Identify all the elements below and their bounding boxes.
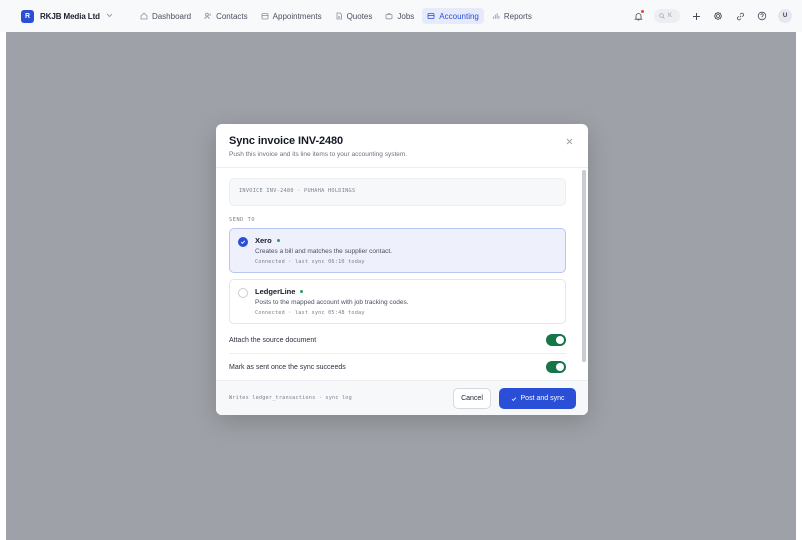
sync-invoice-dialog: Sync invoice INV-2480 Push this invoice … [216, 124, 588, 415]
nav-item-appointments[interactable]: Appointments [256, 8, 327, 24]
toggle-knob [556, 363, 564, 371]
integration-option-xero[interactable]: Xero Creates a bill and matches the supp… [229, 228, 566, 273]
status-dot [276, 238, 280, 242]
dialog-title: Sync invoice INV-2480 [229, 135, 344, 147]
brand-logo[interactable]: R [21, 9, 34, 23]
contacts-icon [204, 12, 212, 20]
invoice-reference: INVOICE INV-2480 · PUHAHA HOLDINGS [229, 178, 566, 206]
nav-item-jobs[interactable]: Jobs [380, 8, 419, 24]
user-avatar[interactable]: U [778, 9, 792, 23]
nav-item-contacts[interactable]: Contacts [199, 8, 253, 24]
briefcase-icon [385, 12, 393, 20]
nav-label: Accounting [439, 11, 479, 21]
option-name-row: LedgerLine [255, 287, 304, 296]
option-sync-status: Connected · last sync 06:10 today [255, 259, 365, 265]
button-label: Post and sync [520, 395, 565, 402]
dialog-body: INVOICE INV-2480 · PUHAHA HOLDINGS SEND … [216, 168, 588, 380]
nav-item-reports[interactable]: Reports [487, 8, 537, 24]
notification-dot [641, 10, 644, 13]
option-name: LedgerLine [255, 287, 296, 296]
nav-label: Contacts [216, 11, 248, 21]
top-nav-bar: R RKJB Media Ltd Dashboard Contacts Appo… [0, 0, 802, 32]
dialog-scrollbar[interactable] [582, 170, 586, 362]
dialog-footer: Writes ledger_transactions · sync log Ca… [216, 380, 588, 415]
mark-sent-toggle[interactable] [546, 361, 566, 373]
link-icon[interactable] [734, 10, 746, 22]
search-shortcut: K [668, 13, 673, 19]
document-icon [335, 12, 343, 20]
toggle-label: Mark as sent once the sync succeeds [229, 363, 346, 371]
cancel-button[interactable]: Cancel [453, 388, 491, 409]
status-dot [300, 289, 304, 293]
post-and-sync-button[interactable]: Post and sync [499, 388, 576, 409]
close-icon[interactable] [566, 138, 573, 147]
add-icon[interactable] [690, 10, 702, 22]
radio-unselected[interactable] [238, 288, 248, 298]
scrollbar-thumb[interactable] [582, 170, 586, 362]
main-nav: Dashboard Contacts Appointments Quotes J… [135, 0, 540, 32]
option-description: Creates a bill and matches the supplier … [255, 248, 392, 255]
option-name-row: Xero [255, 236, 280, 245]
section-label: SEND TO [229, 217, 256, 223]
nav-item-dashboard[interactable]: Dashboard [135, 8, 196, 24]
option-name: Xero [255, 236, 272, 245]
header-actions: K U [632, 9, 792, 23]
toggle-knob [556, 336, 564, 344]
nav-label: Quotes [346, 11, 373, 21]
checkmark-icon [240, 240, 246, 244]
home-icon [140, 12, 148, 20]
chevron-down-icon[interactable] [106, 13, 113, 20]
toggle-row-mark-sent: Mark as sent once the sync succeeds [229, 354, 566, 380]
ledger-icon [427, 12, 435, 20]
checkmark-icon [511, 396, 516, 401]
toggle-label: Attach the source document [229, 336, 317, 344]
toggle-row-attach-document: Attach the source document [229, 327, 566, 353]
option-description: Posts to the mapped account with job tra… [255, 299, 409, 306]
search-field[interactable]: K [654, 9, 680, 23]
nav-item-quotes[interactable]: Quotes [330, 8, 378, 24]
search-icon [659, 13, 665, 19]
notification-bell-icon[interactable] [632, 10, 644, 22]
calendar-icon [261, 12, 269, 20]
radio-selected[interactable] [238, 237, 248, 247]
nav-label: Jobs [397, 11, 415, 21]
help-icon[interactable] [756, 10, 768, 22]
dialog-subtitle: Push this invoice and its line items to … [229, 151, 408, 158]
nav-item-accounting[interactable]: Accounting [422, 8, 484, 24]
option-sync-status: Connected · last sync 05:48 today [255, 310, 365, 316]
nav-label: Reports [503, 11, 532, 21]
nav-label: Appointments [272, 11, 322, 21]
gear-icon[interactable] [712, 10, 724, 22]
nav-label: Dashboard [151, 11, 192, 21]
integration-option-ledgerline[interactable]: LedgerLine Posts to the mapped account w… [229, 279, 566, 324]
attach-document-toggle[interactable] [546, 334, 566, 346]
bar-chart-icon [492, 12, 500, 20]
footer-note: Writes ledger_transactions · sync log [229, 395, 352, 401]
workspace-name[interactable]: RKJB Media Ltd [40, 12, 100, 21]
